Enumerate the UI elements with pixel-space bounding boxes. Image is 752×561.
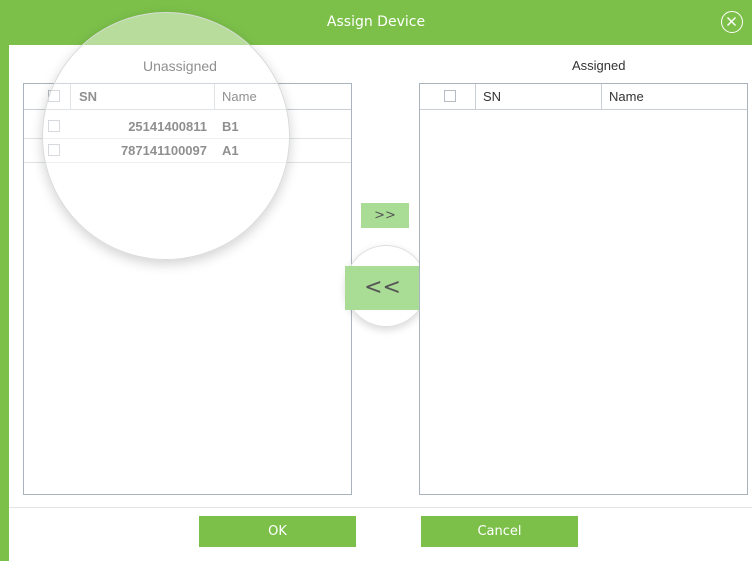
assign-device-dialog: Assign Device Unassigned SN Name 2514140… <box>0 0 752 561</box>
move-left-button[interactable]: << <box>345 266 420 310</box>
close-x-glyph <box>727 17 736 26</box>
assigned-list[interactable]: SN Name <box>419 83 748 495</box>
magnifier-overlay <box>42 12 290 260</box>
assigned-label: Assigned <box>572 58 626 73</box>
assigned-name-header[interactable]: Name <box>609 89 644 104</box>
close-icon[interactable] <box>721 11 743 33</box>
move-right-button[interactable]: >> <box>361 203 409 228</box>
dialog-left-border <box>0 45 9 561</box>
column-separator <box>475 84 476 109</box>
assigned-select-all-checkbox[interactable] <box>444 90 456 102</box>
column-separator <box>601 84 602 109</box>
ok-button[interactable]: OK <box>199 516 356 547</box>
assigned-header: SN Name <box>420 84 747 110</box>
footer-divider <box>9 507 752 508</box>
assigned-sn-header[interactable]: SN <box>483 89 501 104</box>
cancel-button[interactable]: Cancel <box>421 516 578 547</box>
